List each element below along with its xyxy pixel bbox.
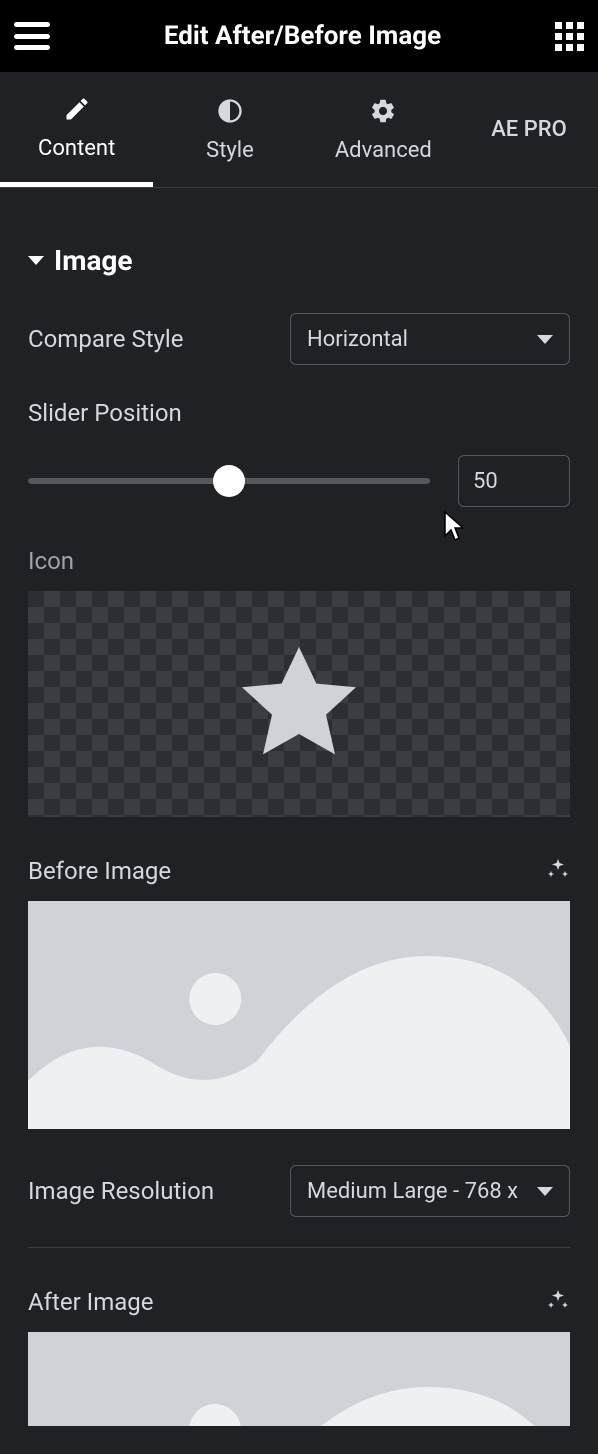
image-resolution-select[interactable]: Medium Large - 768 x <box>290 1165 570 1217</box>
pencil-icon <box>63 94 91 124</box>
before-image-header: Before Image <box>28 857 570 885</box>
tab-content[interactable]: Content <box>0 72 153 187</box>
before-image-label: Before Image <box>28 857 171 885</box>
compare-style-row: Compare Style Horizontal <box>28 313 570 365</box>
gear-icon <box>369 96 397 126</box>
section-image-label: Image <box>54 244 133 277</box>
tab-aepro-label: AE PRO <box>491 117 567 142</box>
icon-picker[interactable] <box>28 591 570 817</box>
before-image-picker[interactable] <box>28 901 570 1129</box>
contrast-icon <box>216 96 244 126</box>
after-image-header: After Image <box>28 1288 570 1316</box>
compare-style-select[interactable]: Horizontal <box>290 313 570 365</box>
slider-position-label: Slider Position <box>28 399 570 427</box>
slider-track[interactable] <box>28 478 430 484</box>
slider-position-input[interactable] <box>458 455 570 507</box>
apps-grid-icon[interactable] <box>555 22 584 51</box>
menu-icon[interactable] <box>14 22 50 50</box>
tab-aepro[interactable]: AE PRO <box>460 72 598 187</box>
compare-style-label: Compare Style <box>28 325 184 353</box>
star-icon <box>224 632 374 776</box>
icon-label: Icon <box>28 547 570 575</box>
panel-content: Image Compare Style Horizontal Slider Po… <box>0 188 598 1454</box>
ai-sparkle-icon[interactable] <box>546 857 570 885</box>
slider-position-control <box>28 455 570 507</box>
divider <box>28 1247 570 1248</box>
tab-advanced-label: Advanced <box>335 138 432 163</box>
after-image-label: After Image <box>28 1288 154 1316</box>
image-resolution-value: Medium Large - 768 x <box>307 1179 518 1204</box>
tab-style[interactable]: Style <box>153 72 306 187</box>
image-resolution-row: Image Resolution Medium Large - 768 x <box>28 1165 570 1217</box>
section-image-header[interactable]: Image <box>28 244 570 277</box>
slider-thumb[interactable] <box>213 465 245 497</box>
after-image-picker[interactable] <box>28 1332 570 1426</box>
tab-content-label: Content <box>38 136 115 161</box>
tab-advanced[interactable]: Advanced <box>307 72 460 187</box>
ai-sparkle-icon[interactable] <box>546 1288 570 1316</box>
compare-style-value: Horizontal <box>307 327 408 352</box>
title-bar: Edit After/Before Image <box>0 0 598 72</box>
chevron-down-icon <box>537 335 553 344</box>
editor-tabs: Content Style Advanced AE PRO <box>0 72 598 188</box>
caret-down-icon <box>28 256 44 265</box>
image-resolution-label: Image Resolution <box>28 1177 214 1205</box>
chevron-down-icon <box>537 1187 553 1196</box>
tab-style-label: Style <box>206 138 254 163</box>
page-title: Edit After/Before Image <box>164 21 441 51</box>
